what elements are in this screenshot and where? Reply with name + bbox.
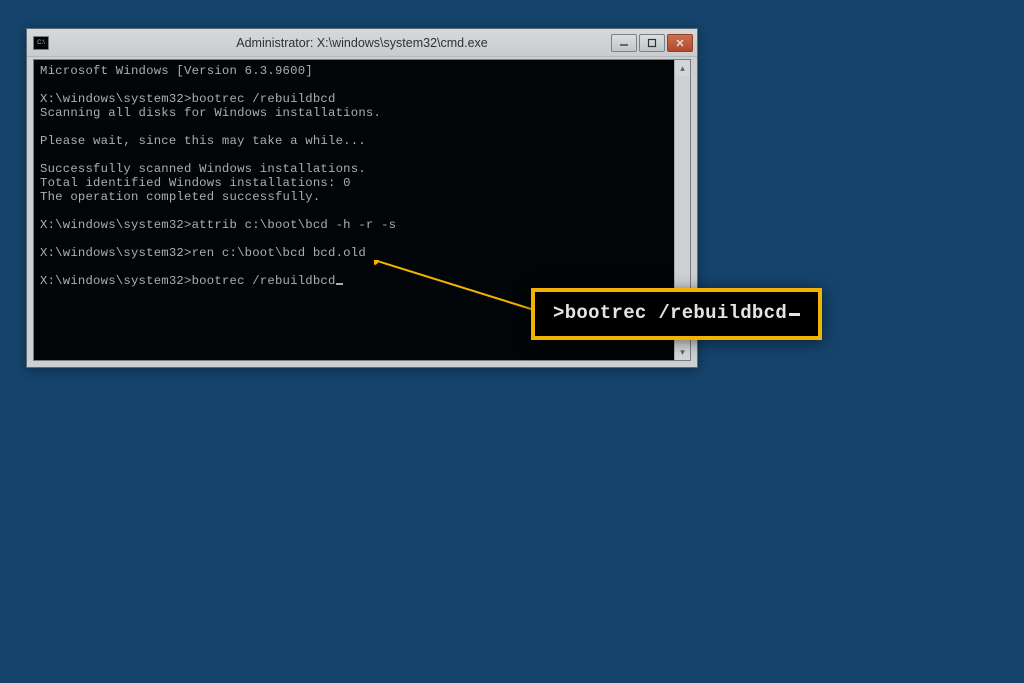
- maximize-button[interactable]: [639, 34, 665, 52]
- callout-text: >bootrec /rebuildbcd: [553, 302, 787, 324]
- cmd-icon-label: C:\: [37, 40, 45, 46]
- titlebar[interactable]: C:\ Administrator: X:\windows\system32\c…: [27, 29, 697, 57]
- line: X:\windows\system32>attrib c:\boot\bcd -…: [40, 218, 396, 232]
- line: X:\windows\system32>bootrec /rebuildbcd: [40, 92, 336, 106]
- callout-cursor: [789, 313, 800, 316]
- line: Please wait, since this may take a while…: [40, 134, 366, 148]
- scroll-down-arrow[interactable]: ▾: [675, 344, 690, 360]
- window-title: Administrator: X:\windows\system32\cmd.e…: [236, 36, 487, 50]
- close-icon: [675, 38, 685, 48]
- callout-box: >bootrec /rebuildbcd: [531, 288, 822, 340]
- line: Microsoft Windows [Version 6.3.9600]: [40, 64, 313, 78]
- minimize-icon: [619, 38, 629, 48]
- window-buttons: [611, 34, 697, 52]
- minimize-button[interactable]: [611, 34, 637, 52]
- maximize-icon: [647, 38, 657, 48]
- line: Successfully scanned Windows installatio…: [40, 162, 366, 176]
- line: X:\windows\system32>bootrec /rebuildbcd: [40, 274, 336, 288]
- text-cursor: [336, 283, 343, 285]
- line: X:\windows\system32>ren c:\boot\bcd bcd.…: [40, 246, 366, 260]
- line: Scanning all disks for Windows installat…: [40, 106, 381, 120]
- line: Total identified Windows installations: …: [40, 176, 351, 190]
- line: The operation completed successfully.: [40, 190, 320, 204]
- close-button[interactable]: [667, 34, 693, 52]
- scroll-up-arrow[interactable]: ▴: [675, 60, 690, 76]
- cmd-icon: C:\: [33, 36, 49, 50]
